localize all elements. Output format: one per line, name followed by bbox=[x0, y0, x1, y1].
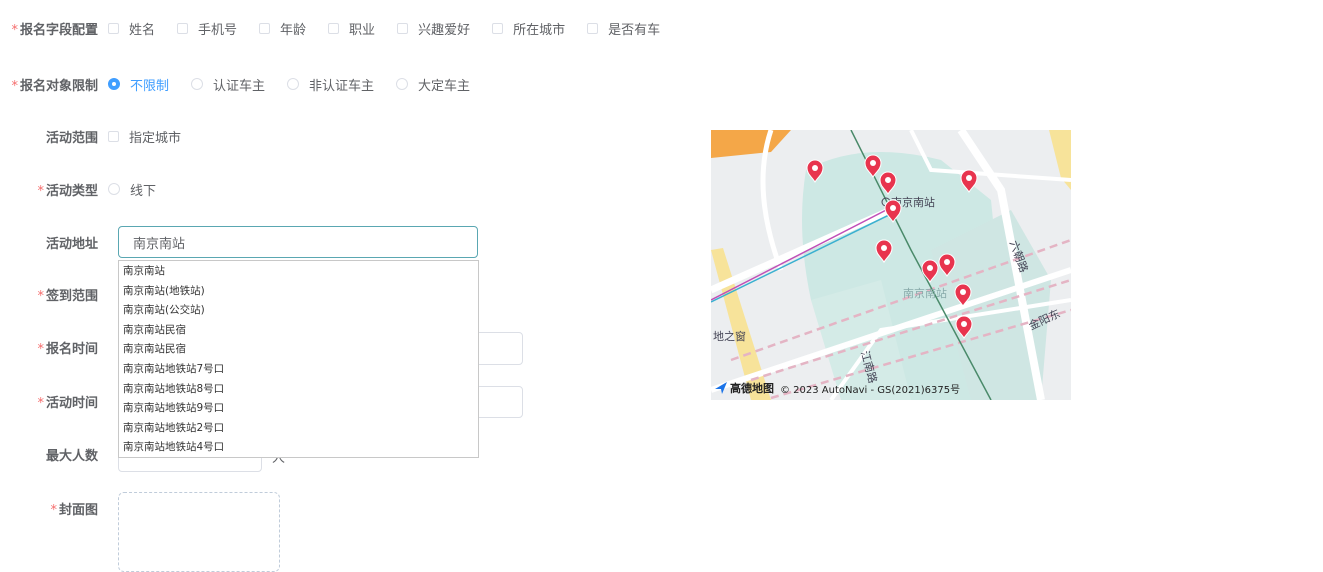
checkbox-box[interactable] bbox=[492, 22, 504, 34]
field-checkbox-4[interactable]: 兴趣爱好 bbox=[397, 19, 470, 38]
scope-row: 活动范围 指定城市 bbox=[0, 121, 203, 151]
address-label: 活动地址 bbox=[45, 236, 98, 252]
suggestion-item[interactable]: 南京南站民宿 bbox=[119, 340, 478, 360]
fields-row: * 报名字段配置 姓名 手机号 年龄 职业 兴趣爱好 所在城市 是否有车 bbox=[0, 13, 682, 43]
scope-label: 活动范围 bbox=[45, 130, 98, 146]
type-option-label: 线下 bbox=[130, 183, 157, 199]
address-row: 活动地址 bbox=[0, 227, 108, 257]
max-people-label: 最大人数 bbox=[45, 448, 98, 464]
checkbox-box[interactable] bbox=[108, 130, 119, 142]
suggestion-item[interactable]: 南京南站地铁站2号口 bbox=[119, 419, 478, 439]
field-option-label: 是否有车 bbox=[608, 22, 661, 38]
target-option-label: 大定车主 bbox=[418, 78, 471, 94]
address-input[interactable]: 南京南站 bbox=[118, 226, 478, 258]
radio-circle[interactable] bbox=[108, 183, 120, 195]
target-label: * 报名对象限制 bbox=[11, 78, 98, 94]
field-checkbox-1[interactable]: 手机号 bbox=[177, 19, 237, 38]
cover-label: * 封面图 bbox=[50, 502, 98, 518]
radio-circle[interactable] bbox=[396, 78, 409, 90]
map-attribution: 高德地图 © 2023 AutoNavi - GS(2021)6375号 bbox=[715, 380, 960, 396]
type-radio-offline[interactable]: 线下 bbox=[108, 180, 156, 199]
amap-logo-icon bbox=[715, 382, 727, 394]
suggestion-item[interactable]: 南京南站地铁站7号口 bbox=[119, 360, 478, 380]
field-option-label: 兴趣爱好 bbox=[418, 22, 471, 38]
checkbox-box[interactable] bbox=[587, 22, 599, 34]
suggestion-item[interactable]: 南京南站 bbox=[119, 262, 478, 282]
field-option-label: 职业 bbox=[349, 22, 376, 38]
type-row: * 活动类型 线下 bbox=[0, 174, 178, 204]
map-road-label-4: 地之窗 bbox=[713, 329, 746, 343]
fields-options: 姓名 手机号 年龄 职业 兴趣爱好 所在城市 是否有车 bbox=[108, 19, 682, 38]
map-canvas[interactable]: 南京南站 南京南站 六朝路 金阳东 江南路 地之窗 bbox=[711, 130, 1071, 400]
address-input-value: 南京南站 bbox=[133, 236, 186, 252]
radio-circle[interactable] bbox=[191, 78, 204, 90]
field-checkbox-6[interactable]: 是否有车 bbox=[587, 19, 660, 38]
signup-time-row: * 报名时间 bbox=[0, 332, 108, 362]
scope-checkbox[interactable]: 指定城市 bbox=[108, 127, 181, 146]
signup-time-label: * 报名时间 bbox=[37, 341, 98, 357]
checkin-label: * 签到范围 bbox=[37, 288, 98, 304]
field-checkbox-3[interactable]: 职业 bbox=[328, 19, 375, 38]
suggestion-item[interactable]: 南京南站民宿 bbox=[119, 321, 478, 341]
suggestion-item[interactable]: 南京南站地铁站4号口 bbox=[119, 438, 478, 458]
radio-circle[interactable] bbox=[108, 78, 120, 90]
field-checkbox-5[interactable]: 所在城市 bbox=[492, 19, 565, 38]
type-label: * 活动类型 bbox=[37, 183, 98, 199]
checkbox-box[interactable] bbox=[328, 22, 340, 34]
max-people-row: 最大人数 bbox=[0, 439, 108, 469]
suggestion-item[interactable]: 南京南站(地铁站) bbox=[119, 282, 478, 302]
checkbox-box[interactable] bbox=[397, 22, 409, 34]
target-option-label: 不限制 bbox=[130, 78, 170, 94]
map-brand: 高德地图 bbox=[730, 382, 774, 395]
target-radio-3[interactable]: 大定车主 bbox=[396, 75, 470, 94]
activity-time-label: * 活动时间 bbox=[37, 395, 98, 411]
target-radio-0[interactable]: 不限制 bbox=[108, 75, 169, 94]
field-option-label: 年龄 bbox=[280, 22, 307, 38]
suggestion-item[interactable]: 南京南站(公交站) bbox=[119, 301, 478, 321]
suggestion-item[interactable]: 南京南站地铁站9号口 bbox=[119, 399, 478, 419]
target-options: 不限制 认证车主 非认证车主 大定车主 bbox=[108, 75, 492, 94]
field-checkbox-0[interactable]: 姓名 bbox=[108, 19, 155, 38]
target-option-label: 非认证车主 bbox=[309, 78, 375, 94]
map-station-label-2: 南京南站 bbox=[903, 286, 947, 300]
checkbox-box[interactable] bbox=[108, 22, 119, 34]
target-row: * 报名对象限制 不限制 认证车主 非认证车主 大定车主 bbox=[0, 69, 492, 99]
field-option-label: 姓名 bbox=[129, 22, 156, 38]
suggestion-item[interactable]: 南京南站地铁站8号口 bbox=[119, 380, 478, 400]
checkbox-box[interactable] bbox=[177, 22, 189, 34]
map-view[interactable]: 南京南站 南京南站 六朝路 金阳东 江南路 地之窗 高德地图 © 2023 Au… bbox=[711, 130, 1071, 400]
map-copyright: © 2023 AutoNavi - GS(2021)6375号 bbox=[780, 384, 961, 396]
field-checkbox-2[interactable]: 年龄 bbox=[259, 19, 306, 38]
checkbox-box[interactable] bbox=[259, 22, 271, 34]
address-suggestions: 南京南站 南京南站(地铁站) 南京南站(公交站) 南京南站民宿 南京南站民宿 南京南站地铁… bbox=[118, 260, 479, 458]
field-option-label: 手机号 bbox=[198, 22, 238, 38]
field-option-label: 所在城市 bbox=[513, 22, 566, 38]
target-radio-1[interactable]: 认证车主 bbox=[191, 75, 265, 94]
target-radio-2[interactable]: 非认证车主 bbox=[287, 75, 374, 94]
cover-upload[interactable] bbox=[118, 492, 280, 572]
checkin-row: * 签到范围 bbox=[0, 279, 108, 309]
cover-row: * 封面图 bbox=[0, 493, 108, 523]
fields-label: * 报名字段配置 bbox=[11, 22, 98, 38]
scope-option-label: 指定城市 bbox=[129, 130, 182, 146]
target-option-label: 认证车主 bbox=[213, 78, 266, 94]
activity-time-row: * 活动时间 bbox=[0, 386, 108, 416]
radio-circle[interactable] bbox=[287, 78, 300, 90]
